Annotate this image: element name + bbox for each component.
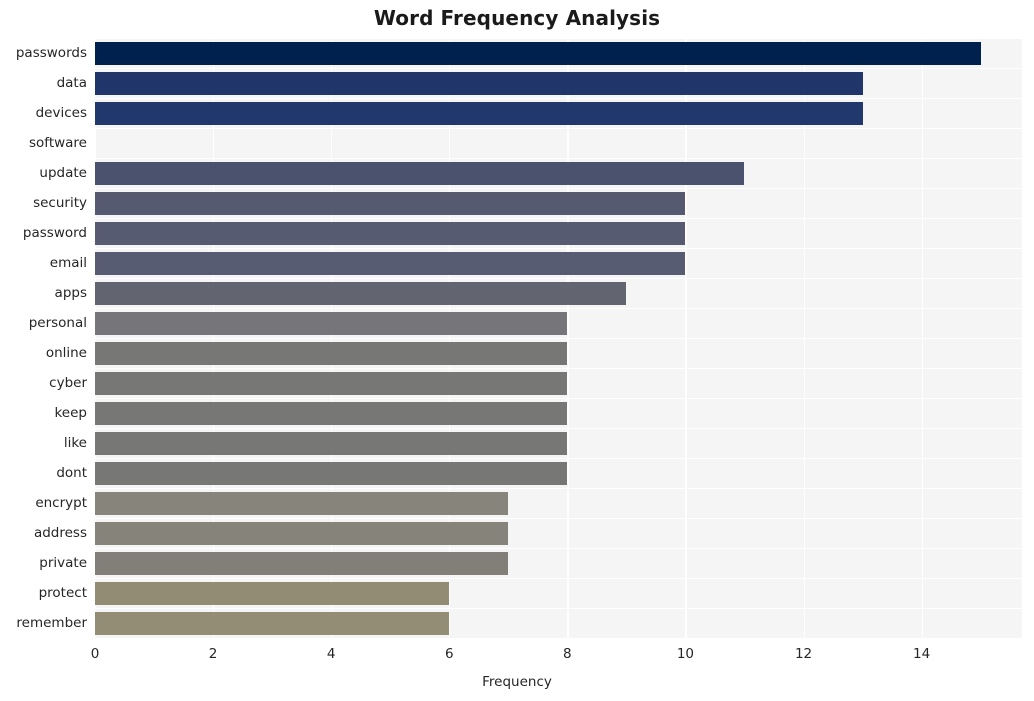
gridline-horizontal <box>95 488 1022 490</box>
gridline-horizontal <box>95 338 1022 340</box>
y-axis-label-cyber: cyber <box>49 375 87 391</box>
x-axis-tick-12: 12 <box>794 646 813 662</box>
y-axis-label-like: like <box>63 435 87 451</box>
gridline-horizontal <box>95 368 1022 370</box>
y-axis-label-software: software <box>29 135 87 151</box>
y-axis-label-passwords: passwords <box>15 45 87 61</box>
y-axis-label-update: update <box>39 165 87 181</box>
bar <box>95 191 686 215</box>
y-axis-label-encrypt: encrypt <box>35 495 87 511</box>
gridline-horizontal <box>95 308 1022 310</box>
bar <box>95 611 450 635</box>
bar <box>95 281 627 305</box>
x-axis-tick-0: 0 <box>90 646 100 662</box>
gridline-horizontal <box>95 38 1022 40</box>
x-axis-tick-labels: 0 2 4 6 8 10 12 14 <box>0 645 1034 665</box>
bar <box>95 311 568 335</box>
gridline-horizontal <box>95 158 1022 160</box>
y-axis-label-password: password <box>22 225 87 241</box>
x-axis-title: Frequency <box>482 674 552 690</box>
gridline-horizontal <box>95 398 1022 400</box>
x-axis-tick-6: 6 <box>444 646 454 662</box>
gridline-vertical <box>921 38 923 638</box>
bar <box>95 41 981 65</box>
gridline-horizontal <box>95 188 1022 190</box>
gridline-vertical <box>803 38 805 638</box>
y-axis-label-devices: devices <box>35 105 87 121</box>
gridline-vertical <box>449 38 451 638</box>
bar <box>95 101 863 125</box>
bar <box>95 371 568 395</box>
y-axis-label-personal: personal <box>28 315 87 331</box>
gridline-horizontal <box>95 98 1022 100</box>
gridline-vertical <box>685 38 687 638</box>
bar <box>95 461 568 485</box>
y-axis-label-remember: remember <box>16 615 87 631</box>
x-axis-tick-4: 4 <box>326 646 336 662</box>
bar <box>95 221 686 245</box>
gridline-vertical <box>567 38 569 638</box>
bar <box>95 491 509 515</box>
gridline-horizontal <box>95 68 1022 70</box>
gridline-vertical <box>95 38 97 638</box>
y-axis-label-address: address <box>33 525 87 541</box>
gridline-horizontal <box>95 608 1022 610</box>
y-axis-tick-labels: passwords data devices software update securi… <box>0 38 87 638</box>
bar <box>95 581 450 605</box>
bar <box>95 71 863 95</box>
gridline-horizontal <box>95 248 1022 250</box>
bar <box>95 161 745 185</box>
y-axis-label-data: data <box>56 75 87 91</box>
y-axis-label-email: email <box>49 255 87 271</box>
gridline-vertical <box>213 38 215 638</box>
y-axis-label-private: private <box>39 555 87 571</box>
y-axis-label-protect: protect <box>38 585 87 601</box>
gridline-horizontal <box>95 548 1022 550</box>
y-axis-label-apps: apps <box>54 285 87 301</box>
plot-area <box>95 38 1022 638</box>
bar <box>95 521 509 545</box>
bar <box>95 551 509 575</box>
gridline-horizontal <box>95 218 1022 220</box>
gridline-horizontal <box>95 518 1022 520</box>
gridline-horizontal <box>95 458 1022 460</box>
y-axis-label-keep: keep <box>54 405 87 421</box>
gridline-horizontal <box>95 128 1022 130</box>
gridline-vertical <box>331 38 333 638</box>
bar <box>95 431 568 455</box>
gridline-horizontal <box>95 278 1022 280</box>
y-axis-label-dont: dont <box>56 465 87 481</box>
bar <box>95 132 804 155</box>
y-axis-label-online: online <box>45 345 87 361</box>
bar <box>95 341 568 365</box>
word-frequency-chart: Word Frequency Analysis passwords data dev… <box>0 0 1034 701</box>
y-axis-label-security: security <box>33 195 87 211</box>
bar <box>95 401 568 425</box>
gridline-horizontal <box>95 428 1022 430</box>
x-axis-tick-10: 10 <box>676 646 695 662</box>
gridline-horizontal <box>95 578 1022 580</box>
x-axis-tick-8: 8 <box>563 646 572 662</box>
page-title: Word Frequency Analysis <box>373 6 661 30</box>
x-axis-tick-14: 14 <box>913 646 931 662</box>
x-axis-tick-2: 2 <box>208 646 218 662</box>
bar <box>95 251 686 275</box>
